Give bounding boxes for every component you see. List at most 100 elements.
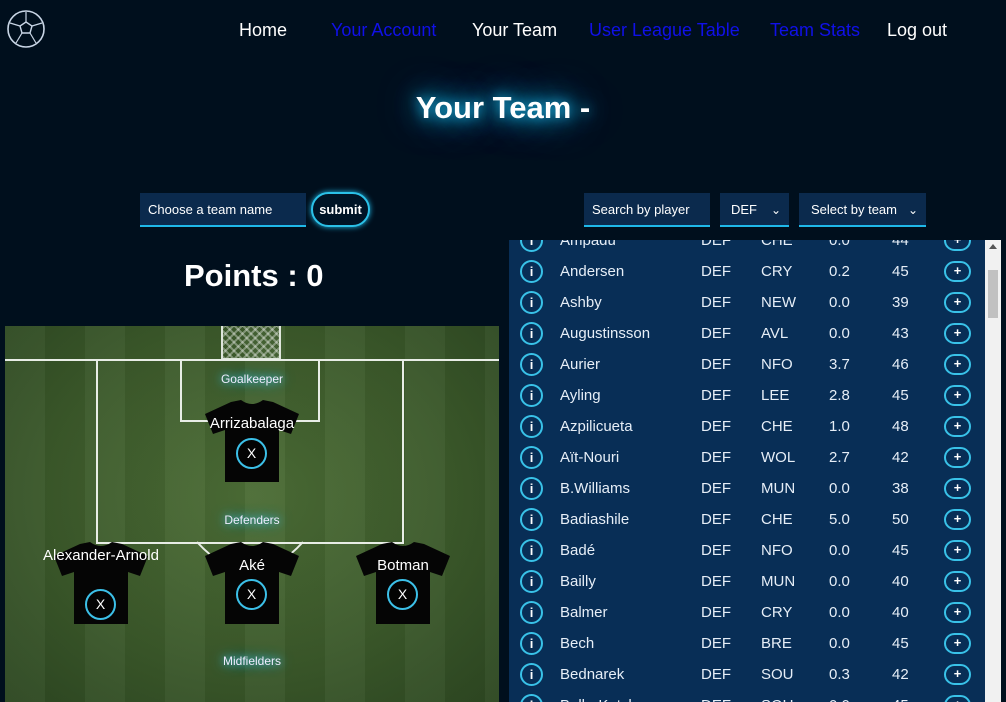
position-cell: DEF [701,635,731,652]
player-list-row: i Bech DEF BRE 0.0 45 + [509,628,987,659]
position-cell: DEF [701,449,731,466]
add-player-button[interactable]: + [944,323,971,344]
player-name-cell: Badiashile [560,511,630,528]
nav-your-team[interactable]: Your Team [472,20,557,41]
position-select-value: DEF [731,202,757,217]
add-player-button[interactable]: + [944,292,971,313]
scrollbar[interactable] [985,240,1001,702]
info-button[interactable]: i [520,291,543,314]
info-button[interactable]: i [520,539,543,562]
player-name-cell: Balmer [560,604,608,621]
team-cell: CRY [761,263,793,280]
position-cell: DEF [701,240,731,249]
add-player-button[interactable]: + [944,509,971,530]
info-button[interactable]: i [520,446,543,469]
team-cell: BRE [761,635,792,652]
team-cell: WOL [761,449,796,466]
info-button[interactable]: i [520,240,543,252]
player-name: Alexander-Arnold [43,547,159,564]
info-button[interactable]: i [520,477,543,500]
midfielders-label: Midfielders [222,654,282,668]
position-cell: DEF [701,666,731,683]
team-cell: CHE [761,418,793,435]
add-player-button[interactable]: + [944,540,971,561]
add-player-button[interactable]: + [944,416,971,437]
price-cell: 42 [892,666,909,683]
player-name-cell: Bednarek [560,666,625,683]
position-cell: DEF [701,418,731,435]
nav-log-out[interactable]: Log out [887,20,947,41]
team-cell: NFO [761,542,793,559]
remove-player-button[interactable]: X [236,579,267,610]
nav-team-stats[interactable]: Team Stats [770,20,860,41]
team-name-input[interactable]: Choose a team name [140,193,306,227]
goal-line [5,359,499,361]
player-list-row: i B.Williams DEF MUN 0.0 38 + [509,473,987,504]
info-button[interactable]: i [520,415,543,438]
submit-button[interactable]: submit [311,192,370,227]
player-name-cell: Ampadu [560,240,616,249]
info-button[interactable]: i [520,384,543,407]
info-button[interactable]: i [520,322,543,345]
info-button[interactable]: i [520,663,543,686]
position-cell: DEF [701,294,731,311]
info-button[interactable]: i [520,353,543,376]
info-button[interactable]: i [520,508,543,531]
add-player-button[interactable]: + [944,571,971,592]
points-cell: 0.0 [829,697,850,702]
add-player-button[interactable]: + [944,385,971,406]
player-list-row: i Andersen DEF CRY 0.2 45 + [509,256,987,287]
position-cell: DEF [701,480,731,497]
add-player-button[interactable]: + [944,633,971,654]
player-card-defender: Aké X [205,542,299,624]
add-player-button[interactable]: + [944,664,971,685]
goal-net [221,326,281,360]
player-card-defender: Botman X [356,542,450,624]
player-name: Arrizabalaga [209,415,295,432]
player-name: Botman [377,557,429,574]
position-cell: DEF [701,387,731,404]
add-player-button[interactable]: + [944,354,971,375]
info-button[interactable]: i [520,260,543,283]
nav-your-account[interactable]: Your Account [331,20,436,41]
price-cell: 45 [892,263,909,280]
price-cell: 38 [892,480,909,497]
scroll-up-icon[interactable] [989,244,997,249]
points-cell: 0.0 [829,294,850,311]
nav-home[interactable]: Home [239,20,287,41]
add-player-button[interactable]: + [944,240,971,251]
price-cell: 40 [892,573,909,590]
add-player-button[interactable]: + [944,602,971,623]
goal-area-left [180,359,182,421]
remove-player-button[interactable]: X [236,438,267,469]
player-search-input[interactable]: Search by player [584,193,710,227]
points-cell: 0.2 [829,263,850,280]
player-list[interactable]: i Ampadu DEF CHE 0.0 44 + i Andersen DEF CRY 0.2 45 +… [509,240,1001,702]
player-list-row: i Bednarek DEF SOU 0.3 42 + [509,659,987,690]
position-select[interactable]: DEF ⌄ [720,193,789,227]
team-cell: AVL [761,325,789,342]
scrollbar-thumb[interactable] [988,270,998,318]
nav-user-league-table[interactable]: User League Table [589,20,740,41]
info-button[interactable]: i [520,694,543,702]
add-player-button[interactable]: + [944,447,971,468]
add-player-button[interactable]: + [944,261,971,282]
add-player-button[interactable]: + [944,478,971,499]
player-list-row: i Ashby DEF NEW 0.0 39 + [509,287,987,318]
info-button[interactable]: i [520,632,543,655]
info-button[interactable]: i [520,570,543,593]
price-cell: 44 [892,240,909,249]
info-button[interactable]: i [520,601,543,624]
pitch: Goalkeeper Defenders Midfielders Arrizab… [5,326,499,702]
team-cell: NFO [761,356,793,373]
team-cell: NEW [761,294,796,311]
position-cell: DEF [701,263,731,280]
price-cell: 45 [892,542,909,559]
team-select[interactable]: Select by team ⌄ [799,193,926,227]
penalty-box-right [402,359,404,543]
price-cell: 43 [892,325,909,342]
price-cell: 50 [892,511,909,528]
remove-player-button[interactable]: X [387,579,418,610]
add-player-button[interactable]: + [944,695,971,702]
remove-player-button[interactable]: X [85,589,116,620]
